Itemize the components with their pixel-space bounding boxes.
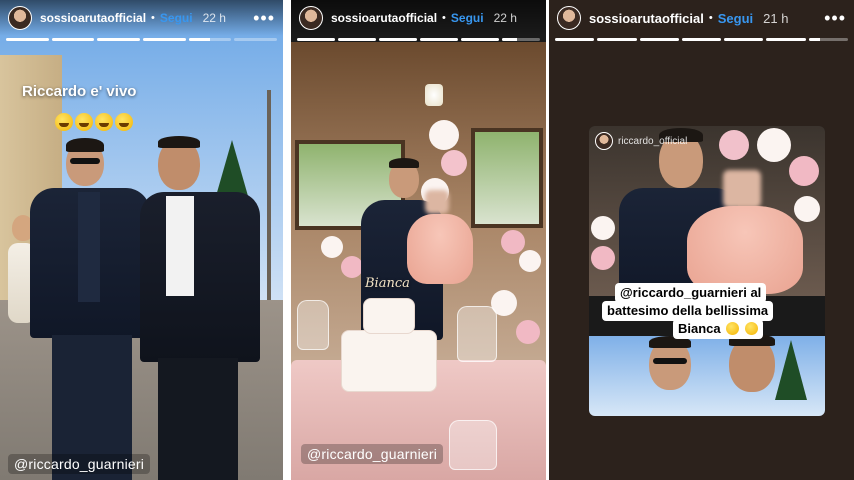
progress-bars [6, 38, 278, 41]
story-header: sossioarutaofficial • Segui 22 h [291, 0, 546, 36]
username[interactable]: sossioarutaofficial [40, 11, 146, 25]
separator-dot: • [151, 12, 155, 24]
username[interactable]: sossioarutaofficial [589, 11, 704, 26]
username[interactable]: sossioarutaofficial [331, 11, 437, 25]
lamp [425, 84, 443, 106]
tree [775, 340, 807, 400]
caption-line-2: battesimo della bellissima [602, 301, 774, 321]
story-panel-3[interactable]: riccardo_official @riccardo_guarnieri al… [549, 0, 854, 480]
post-time: 21 h [763, 10, 789, 26]
pleading-emoji-icon [744, 322, 758, 335]
progress-bar [234, 38, 278, 41]
candy-jar [449, 420, 497, 470]
progress-bar [6, 38, 49, 41]
progress-bar [766, 38, 806, 41]
follow-button[interactable]: Segui [160, 11, 193, 25]
laughing-emoji-icon [75, 113, 93, 131]
balloon [591, 216, 615, 240]
utility-pole [267, 90, 271, 300]
caption-line-3: Bianca [673, 319, 763, 339]
blurred-face [723, 170, 761, 208]
balloon [789, 156, 819, 186]
avatar[interactable] [8, 6, 32, 30]
balloon [321, 236, 343, 258]
balloon [341, 256, 363, 278]
repost-username: riccardo_official [618, 135, 688, 147]
balloon [591, 246, 615, 270]
balloon [501, 230, 525, 254]
mention-tag[interactable]: @riccardo_guarnieri [301, 444, 444, 464]
avatar[interactable] [557, 6, 581, 30]
balloon [719, 130, 749, 160]
progress-bar [420, 38, 458, 41]
progress-bar [597, 38, 637, 41]
laughing-emoji-icon [55, 113, 73, 131]
more-icon[interactable]: ••• [253, 9, 275, 27]
progress-bar [502, 38, 540, 41]
story-panel-1[interactable]: Riccardo e' vivo @riccardo_guarnieri sos… [0, 0, 283, 480]
caption-line-1[interactable]: @riccardo_guarnieri al [615, 283, 767, 303]
progress-bar [461, 38, 499, 41]
progress-bar [808, 38, 848, 41]
cake-bottom-tier [341, 330, 437, 392]
reposted-story[interactable]: riccardo_official [589, 126, 825, 416]
follow-button[interactable]: Segui [451, 11, 484, 25]
balloon [794, 196, 820, 222]
balloon [441, 150, 467, 176]
progress-bar [724, 38, 764, 41]
story-header: sossioarutaofficial • Segui 21 h ••• [549, 0, 854, 36]
candy-jar [297, 300, 329, 350]
laughing-emoji-icon [95, 113, 113, 131]
baby [687, 206, 803, 294]
progress-bar [297, 38, 335, 41]
mention-tag[interactable]: @riccardo_guarnieri [8, 454, 151, 474]
post-time: 22 h [202, 11, 226, 25]
cake-top-tier [363, 298, 415, 334]
progress-bar [338, 38, 376, 41]
follow-button[interactable]: Segui [718, 11, 753, 26]
progress-bars [297, 38, 540, 41]
progress-bar [51, 38, 95, 41]
separator-dot: • [442, 12, 446, 24]
story-panel-2[interactable]: Bianca @riccardo_guarnieri sossioarutaof… [291, 0, 546, 480]
baby [407, 214, 473, 284]
more-icon[interactable]: ••• [824, 9, 846, 27]
blurred-face [425, 190, 449, 214]
candy-jar [457, 306, 497, 362]
progress-bars [555, 38, 848, 41]
caption-line-3-text: Bianca [678, 321, 721, 336]
progress-bar [555, 38, 595, 41]
story-header: sossioarutaofficial • Segui 22 h ••• [0, 0, 283, 36]
heart-eyes-emoji-icon [726, 322, 740, 335]
separator-dot: • [708, 12, 713, 24]
story-caption: Riccardo e' vivo [22, 83, 137, 100]
avatar[interactable] [299, 6, 323, 30]
balloon [429, 120, 459, 150]
balloon [757, 128, 791, 162]
cake-topper-text: Bianca [365, 276, 410, 291]
progress-bar [188, 38, 232, 41]
progress-bar [143, 38, 186, 41]
emoji-row [55, 113, 133, 131]
repost-avatar [595, 132, 613, 150]
laughing-emoji-icon [115, 113, 133, 131]
progress-bar [97, 38, 141, 41]
post-time: 22 h [493, 11, 517, 25]
progress-bar [681, 38, 722, 41]
progress-bar [639, 38, 679, 41]
balloon [519, 250, 541, 272]
repost-user[interactable]: riccardo_official [595, 132, 687, 150]
window [471, 128, 543, 228]
balloon [516, 320, 540, 344]
progress-bar [379, 38, 417, 41]
